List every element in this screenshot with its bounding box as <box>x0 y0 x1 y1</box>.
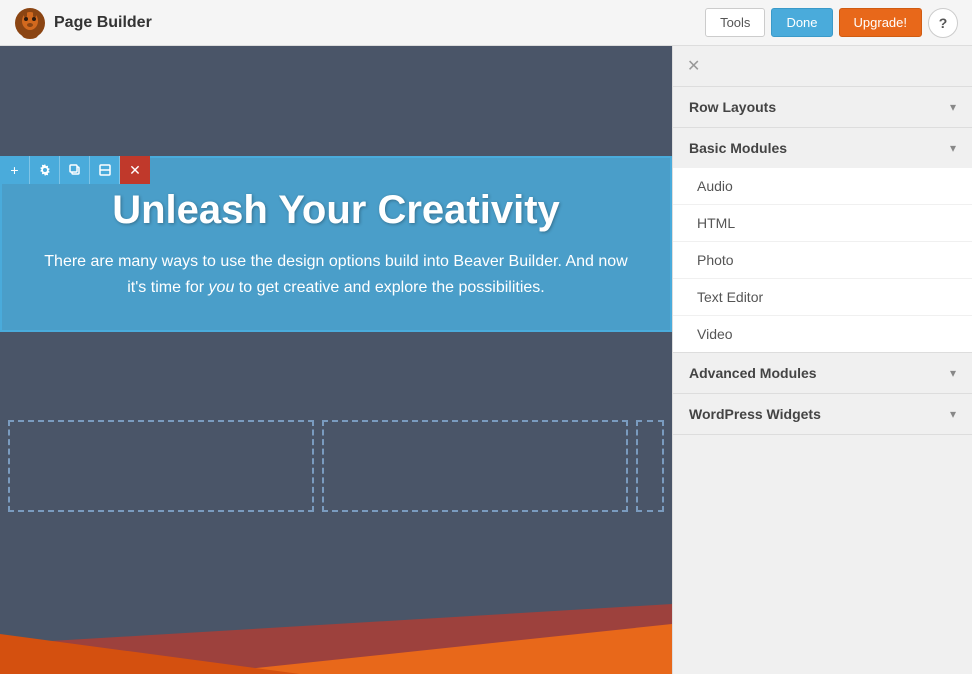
module-item-text-editor[interactable]: Text Editor <box>673 279 972 316</box>
app-title: Page Builder <box>54 14 152 32</box>
beaver-logo-icon <box>14 7 46 39</box>
modules-sidebar: ✕ Row Layouts ▾ Basic Modules ▾ Audio HT… <box>672 46 972 674</box>
main-area: + ✕ Unleash Your Creativity There are ma… <box>0 46 972 674</box>
header-actions: Tools Done Upgrade! ? <box>705 8 958 38</box>
move-row-button[interactable]: + <box>0 156 30 184</box>
section-basic-modules-header[interactable]: Basic Modules ▾ <box>673 128 972 168</box>
upgrade-button[interactable]: Upgrade! <box>839 8 922 37</box>
section-advanced-modules-header[interactable]: Advanced Modules ▾ <box>673 353 972 393</box>
duplicate-row-button[interactable] <box>60 156 90 184</box>
app-header: Page Builder Tools Done Upgrade! ? <box>0 0 972 46</box>
empty-column-2[interactable] <box>322 420 628 512</box>
section-basic-modules-title: Basic Modules <box>689 140 787 156</box>
headline-text: Unleash Your Creativity <box>22 188 650 233</box>
wordpress-widgets-chevron-icon: ▾ <box>950 407 956 421</box>
section-advanced-modules: Advanced Modules ▾ <box>673 353 972 394</box>
empty-column-1[interactable] <box>8 420 314 512</box>
module-item-photo[interactable]: Photo <box>673 242 972 279</box>
body-text-italic: you <box>209 279 235 296</box>
done-button[interactable]: Done <box>771 8 832 37</box>
section-basic-modules: Basic Modules ▾ Audio HTML Photo Text Ed… <box>673 128 972 353</box>
section-wordpress-widgets: WordPress Widgets ▾ <box>673 394 972 435</box>
section-wordpress-widgets-title: WordPress Widgets <box>689 406 821 422</box>
tools-button[interactable]: Tools <box>705 8 765 37</box>
section-row-layouts: Row Layouts ▾ <box>673 87 972 128</box>
section-row-layouts-title: Row Layouts <box>689 99 776 115</box>
section-wordpress-widgets-header[interactable]: WordPress Widgets ▾ <box>673 394 972 434</box>
basic-modules-items: Audio HTML Photo Text Editor Video <box>673 168 972 352</box>
basic-modules-chevron-icon: ▾ <box>950 141 956 155</box>
resize-row-button[interactable] <box>90 156 120 184</box>
body-text: There are many ways to use the design op… <box>36 249 636 300</box>
module-item-html[interactable]: HTML <box>673 205 972 242</box>
decorative-shapes <box>0 544 672 674</box>
section-row-layouts-header[interactable]: Row Layouts ▾ <box>673 87 972 127</box>
row-layouts-chevron-icon: ▾ <box>950 100 956 114</box>
module-item-video[interactable]: Video <box>673 316 972 352</box>
row-toolbar: + ✕ <box>0 156 150 184</box>
empty-columns-row <box>0 416 672 516</box>
module-item-audio[interactable]: Audio <box>673 168 972 205</box>
body-text-after: to get creative and explore the possibil… <box>234 279 544 296</box>
page-canvas: + ✕ Unleash Your Creativity There are ma… <box>0 46 672 674</box>
empty-column-3[interactable] <box>636 420 664 512</box>
sidebar-close-area: ✕ <box>673 46 972 87</box>
advanced-modules-chevron-icon: ▾ <box>950 366 956 380</box>
settings-row-button[interactable] <box>30 156 60 184</box>
help-button[interactable]: ? <box>928 8 958 38</box>
sidebar-close-button[interactable]: ✕ <box>687 58 700 75</box>
section-advanced-modules-title: Advanced Modules <box>689 365 817 381</box>
logo: Page Builder <box>14 7 152 39</box>
close-row-button[interactable]: ✕ <box>120 156 150 184</box>
